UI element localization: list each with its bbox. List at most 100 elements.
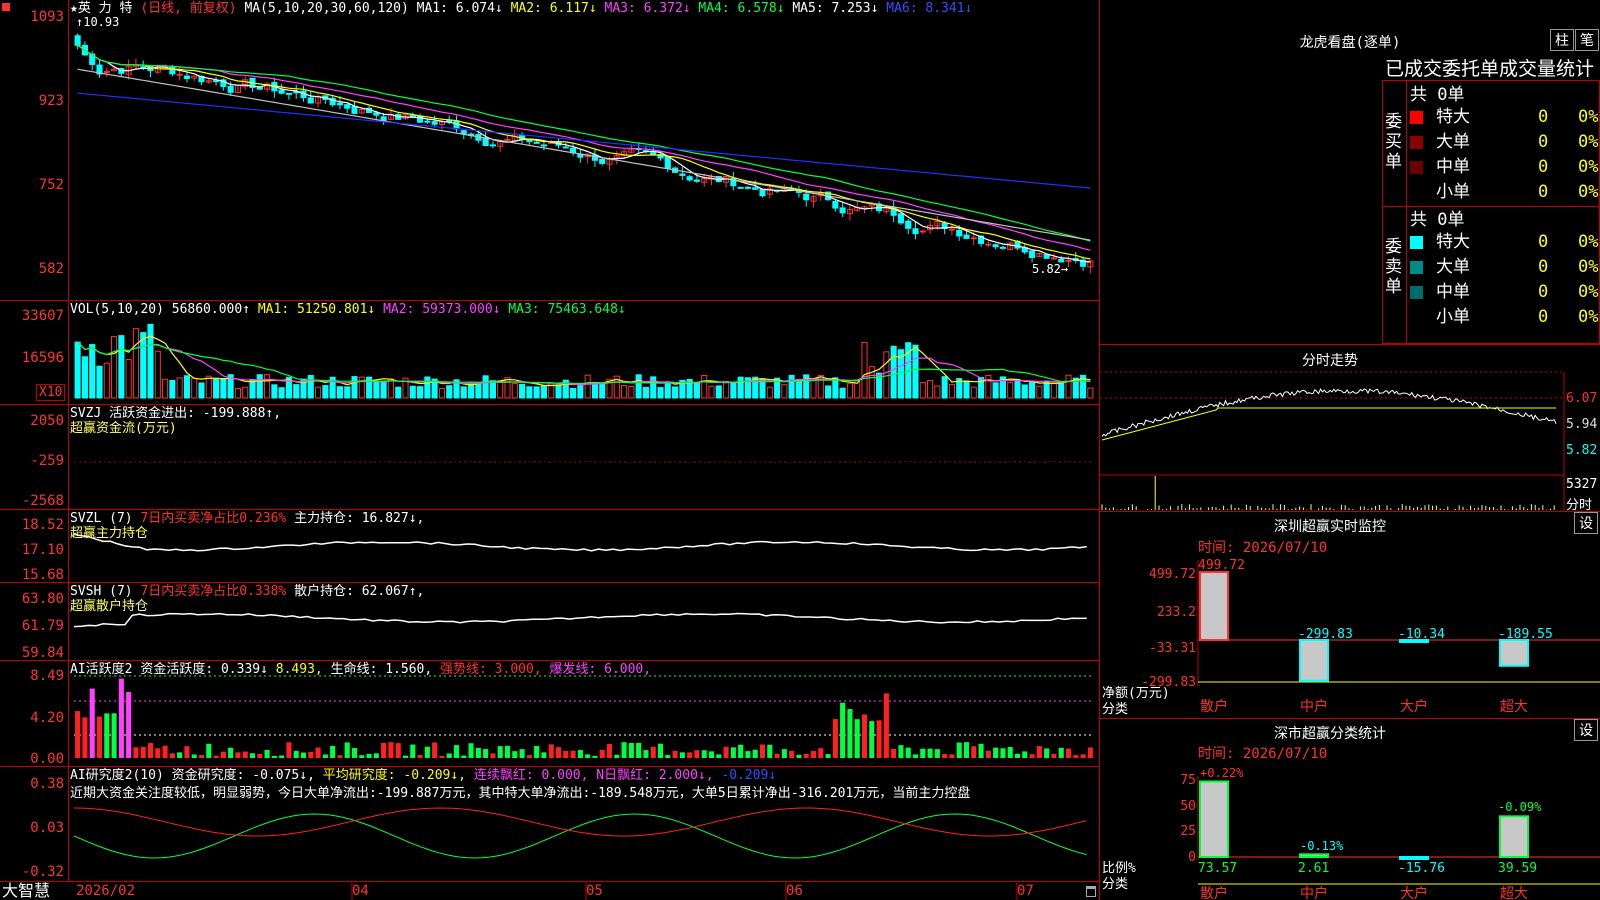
volume-unit: X10 xyxy=(36,384,66,401)
sell-side-label: 委卖单 xyxy=(1385,237,1402,297)
category-bar xyxy=(1199,780,1229,859)
candle-pane[interactable]: 1093 923 752 582 ★英 力 特 (日线, 前复权) MA(5,1… xyxy=(0,0,1100,301)
ma3-value: MA3: 6.372↓ xyxy=(604,1,691,16)
buy-total: 共 0单 xyxy=(1410,85,1465,105)
ai-research-pane[interactable]: 0.38 0.03 -0.32 AI研究度2(10) 资金研究度: -0.075… xyxy=(0,767,1100,882)
y-tick: 61.79 xyxy=(21,618,64,634)
ai-research-red: 连续飘红: 0.000, xyxy=(473,768,589,783)
svzl-net: 7日内买卖净占比0.236% xyxy=(140,511,287,526)
order-pct: 0% xyxy=(1578,282,1599,302)
ai-active-fund: 资金活跃度: 0.339↓ xyxy=(140,662,268,677)
y-tick: 0.38 xyxy=(30,776,64,792)
y-tick: 75 xyxy=(1180,773,1196,788)
value-label: 39.59 xyxy=(1498,861,1537,876)
brand-label: 大智慧 xyxy=(2,881,51,900)
longhu-title: 龙虎看盘(逐单) xyxy=(1299,35,1401,51)
ai-active-pane[interactable]: 8.49 4.20 0.00 AI活跃度2 资金活跃度: 0.339↓ 8.49… xyxy=(0,661,1100,767)
svsh-hold: 散户持仓: 62.067↑, xyxy=(294,584,425,599)
svzl-pane[interactable]: 18.52 17.10 15.68 SVZL (7) 7日内买卖净占比0.236… xyxy=(0,510,1100,583)
category-label: 中户 xyxy=(1300,885,1328,900)
svzl-subtitle: 超赢主力持仓 xyxy=(70,526,149,541)
classify-time: 时间: 2026/07/10 xyxy=(1198,746,1328,762)
ai-comment: 近期大资金关注度较低，明显弱势，今日大单净流出:-199.887万元，其中特大单… xyxy=(70,786,971,801)
color-swatch xyxy=(1410,111,1423,124)
change-label: -0.13% xyxy=(1300,839,1344,853)
svzl-legend: SVZL (7) 7日内买卖净占比0.236% 主力持仓: 16.827↓, xyxy=(70,511,424,526)
y-tick: 50 xyxy=(1180,799,1196,814)
order-count: 0 xyxy=(1538,132,1549,152)
value-label: 2.61 xyxy=(1298,861,1329,876)
buy-row: 特大 0 0% xyxy=(1410,106,1600,128)
sell-row: 大单 0 0% xyxy=(1410,256,1600,278)
bar-mode-button[interactable]: 柱 xyxy=(1550,29,1574,51)
high-label: ↑10.93 xyxy=(76,15,120,29)
value-label: -15.76 xyxy=(1398,861,1445,876)
svzj-pane[interactable]: 2050 -259 -2568 SVZJ 活跃资金进出: -199.888↑, … xyxy=(0,405,1100,510)
ai-research-label: AI研究度2(10) xyxy=(70,768,164,783)
star-icon: ★ xyxy=(70,1,78,16)
category-bar xyxy=(1199,571,1229,641)
category-label: 散户 xyxy=(1200,698,1228,715)
category-bar xyxy=(1499,815,1529,858)
vol-ma2: MA2: 59373.000↓ xyxy=(383,302,501,317)
value-label: 499.72 xyxy=(1198,558,1245,573)
intraday-price-line xyxy=(1101,388,1557,437)
order-count: 0 xyxy=(1538,232,1549,252)
order-pct: 0% xyxy=(1578,132,1599,152)
ai-active-strong: 强势线: 3.000, xyxy=(440,662,542,677)
svsh-pane[interactable]: 63.80 61.79 59.84 SVSH (7) 7日内买卖净占比0.338… xyxy=(0,583,1100,661)
buy-row: 小单 0 0% xyxy=(1410,181,1600,203)
order-type: 大单 xyxy=(1436,132,1470,152)
vol-ma1: MA1: 51250.801↓ xyxy=(257,302,376,317)
intraday-price-tick: 5.94 xyxy=(1566,417,1598,432)
period-label[interactable]: (日线, 前复权) xyxy=(140,1,236,16)
svzl-label: SVZL (7) xyxy=(70,511,133,526)
category-label: 大户 xyxy=(1400,698,1428,715)
value-label: -299.83 xyxy=(1298,627,1353,642)
y-tick: 4.20 xyxy=(30,710,64,726)
category-bar xyxy=(1399,639,1429,643)
svsh-label: SVSH (7) xyxy=(70,584,133,599)
y-tick: 0.00 xyxy=(30,751,64,767)
order-type: 小单 xyxy=(1436,182,1470,202)
monitor-title: 深圳超赢实时监控 xyxy=(1274,519,1386,535)
category-bar xyxy=(1399,856,1429,860)
y-tick: 2050 xyxy=(30,413,64,429)
svzj-subtitle: 超赢资金流(万元) xyxy=(70,421,177,436)
chart-area[interactable]: 1093 923 752 582 ★英 力 特 (日线, 前复权) MA(5,1… xyxy=(0,0,1100,900)
y-tick: 33607 xyxy=(21,308,64,324)
y-tick: 499.72 xyxy=(1149,567,1196,582)
order-pct: 0% xyxy=(1578,257,1599,277)
lock-icon[interactable] xyxy=(1086,886,1096,897)
side-divider xyxy=(1406,80,1407,344)
svsh-subtitle: 超赢散户持仓 xyxy=(70,599,149,614)
low-label: 5.82→ xyxy=(1032,262,1069,276)
sell-row: 中单 0 0% xyxy=(1410,281,1600,303)
ai-research-fund: 资金研究度: -0.075↓, xyxy=(171,768,315,783)
order-count: 0 xyxy=(1538,307,1549,327)
order-type: 特大 xyxy=(1436,232,1470,252)
order-type: 特大 xyxy=(1436,107,1470,127)
ma5-value: MA5: 7.253↓ xyxy=(792,1,879,16)
color-swatch xyxy=(1410,286,1423,299)
tick-mode-button[interactable]: 笔 xyxy=(1575,29,1599,51)
classify-top-line xyxy=(1100,718,1600,719)
volume-legend: VOL(5,10,20) 56860.000↑ MA1: 51250.801↓ … xyxy=(70,302,626,317)
color-swatch xyxy=(1410,261,1423,274)
ma1-value: MA1: 6.074↓ xyxy=(416,1,503,16)
y-tick: 0.03 xyxy=(30,820,64,836)
y-tick: 25 xyxy=(1180,824,1196,839)
x-tick: 07 xyxy=(1017,883,1034,899)
classify-settings-button[interactable]: 设 xyxy=(1574,719,1598,741)
order-count: 0 xyxy=(1538,282,1549,302)
stats-title: 已成交委托单成交量统计 xyxy=(1385,58,1595,80)
vol-ma3: MA3: 75463.648↓ xyxy=(508,302,626,317)
monitor-settings-button[interactable]: 设 xyxy=(1574,512,1598,534)
volume-pane[interactable]: 33607 16596 X10 VOL(5,10,20) 56860.000↑ … xyxy=(0,301,1100,405)
x-tick: 05 xyxy=(586,883,603,899)
y-tick: -259 xyxy=(30,453,64,469)
y-tick: 1093 xyxy=(30,9,64,25)
order-pct: 0% xyxy=(1578,232,1599,252)
y-tick: 16596 xyxy=(21,350,64,366)
y-tick: 15.68 xyxy=(21,567,64,583)
